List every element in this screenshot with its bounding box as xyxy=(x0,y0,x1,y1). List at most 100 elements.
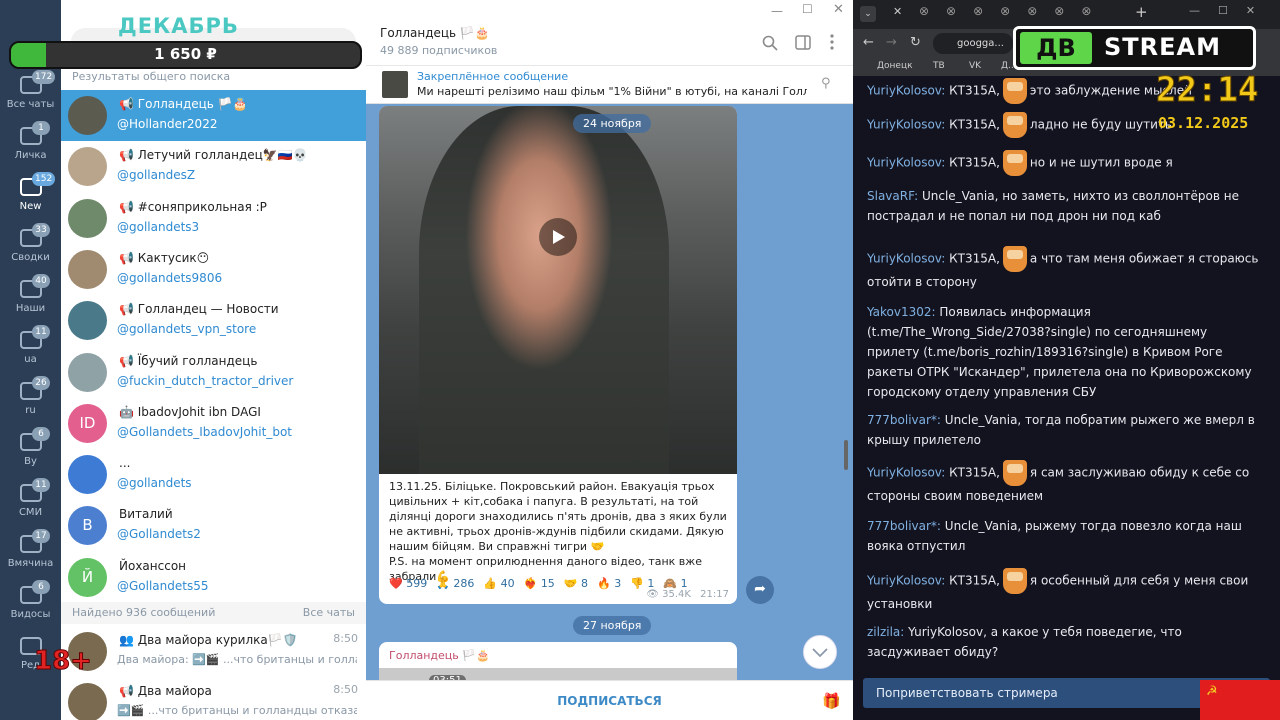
folder-8[interactable]: 11 СМИ xyxy=(0,478,61,528)
folder-9[interactable]: 17 Вмячина xyxy=(0,529,61,579)
avatar-letter: ID xyxy=(79,413,96,432)
browser-window-controls[interactable]: —☐✕ xyxy=(1189,4,1273,17)
reaction-count: 599 xyxy=(406,577,428,590)
folder-7[interactable]: 6 By xyxy=(0,427,61,477)
found-filter[interactable]: Все чаты xyxy=(303,602,355,624)
folder-label: By xyxy=(24,456,37,467)
chat-message: YuriyKolosov: КТ315А, но и не шутил вроде… xyxy=(867,150,1259,176)
result-snippet: ➡️🎬 ...что британцы и голландцы отказали… xyxy=(117,704,357,717)
chat-username[interactable]: 777bolivar*: xyxy=(867,413,941,427)
chat-username: @Gollandets2 xyxy=(117,527,201,542)
tab-icons[interactable]: ⊗⊗⊗⊗⊗⊗⊗ xyxy=(919,4,1108,18)
chat-name: Виталий xyxy=(119,507,173,522)
minimize-button[interactable]: — xyxy=(771,4,783,18)
bookmark-3[interactable]: VK xyxy=(969,61,981,71)
soviet-flag: ☭ xyxy=(1200,680,1280,720)
chat-row[interactable]: 📢 Голландець 🏳️🎂 @Hollander2022 xyxy=(61,90,366,141)
reaction-chip[interactable]: 🔥 3 xyxy=(597,577,621,590)
chat-username[interactable]: SlavaRF: xyxy=(867,189,918,203)
message-result-row[interactable]: 👥 Два майора курилка🏳️🛡️ 8:50 Два майора: … xyxy=(61,626,366,677)
reaction-chip[interactable]: 🙏 286 xyxy=(436,577,474,590)
pinned-message-bar[interactable]: Закреплённое сообщение Ми нарешті релізи… xyxy=(366,66,853,104)
forward-icon[interactable]: → xyxy=(886,35,897,50)
post-video[interactable] xyxy=(379,106,737,474)
chat-username[interactable]: zilzila: xyxy=(867,625,904,639)
folder-label: New xyxy=(19,201,42,212)
channel-view: Голландець 🏳️🎂 49 889 подписчиков — ☐ ✕ … xyxy=(366,0,853,720)
chat-username[interactable]: YuriyKolosov: xyxy=(867,84,945,98)
chat-row[interactable]: 📢 Летучий голландец🦅🇷🇺💀 @gollandesZ xyxy=(61,141,366,192)
chat-row[interactable]: ID 🤖 IbadovJohit ibn DAGI @Gollandets_Ibad… xyxy=(61,398,366,449)
address-bar[interactable]: googga... xyxy=(933,33,1013,54)
forward-button[interactable]: ➦ xyxy=(746,576,774,604)
chat-username[interactable]: YuriyKolosov: xyxy=(867,574,945,588)
folder-3[interactable]: 33 Сводки xyxy=(0,223,61,273)
result-time: 8:50 xyxy=(333,683,358,696)
reaction-chip[interactable]: 👍 40 xyxy=(483,577,514,590)
folder-10[interactable]: 6 Видосы xyxy=(0,580,61,630)
chat-row[interactable]: 📢 Голландец — Новости @gollandets_vpn_sto… xyxy=(61,295,366,346)
chat-username[interactable]: YuriyKolosov: xyxy=(867,118,945,132)
folder-label: Видосы xyxy=(10,609,51,620)
folder-2[interactable]: 152 New xyxy=(0,172,61,222)
message-result-row[interactable]: 📢 Два майора 8:50 ➡️🎬 ...что британцы и го… xyxy=(61,677,366,720)
sidebar-toggle-icon[interactable] xyxy=(795,35,811,50)
folder-label: ua xyxy=(24,354,37,365)
reload-icon[interactable]: ↻ xyxy=(910,35,921,50)
chat-username[interactable]: YuriyKolosov: xyxy=(867,156,945,170)
chat-username[interactable]: YuriyKolosov: xyxy=(867,466,945,480)
chat-name: 📢 Голландець 🏳️🎂 xyxy=(119,97,248,111)
avatar xyxy=(68,301,107,341)
avatar-letter: В xyxy=(82,516,93,535)
bookmark-1[interactable]: Донецк xyxy=(877,61,913,71)
reaction-count: 40 xyxy=(500,577,515,590)
folder-5[interactable]: 11 ua xyxy=(0,325,61,375)
avatar: В xyxy=(68,506,107,546)
chat-row[interactable]: ... @gollandets xyxy=(61,449,366,500)
folder-0[interactable]: 172 Все чаты xyxy=(0,70,61,120)
avatar xyxy=(68,198,107,238)
tab-menu-button[interactable]: ⌄ xyxy=(860,6,876,22)
chat-row[interactable]: 📢 Їбучий голландець @fuckin_dutch_tractor… xyxy=(61,347,366,398)
found-count: Найдено 936 сообщений xyxy=(72,606,216,619)
maximize-button[interactable]: ☐ xyxy=(802,2,813,16)
chat-message: SlavaRF: Uncle_Vania, но заметь, нихто и… xyxy=(867,186,1259,226)
reaction-chip[interactable]: ❤️ 599 xyxy=(389,577,427,590)
unread-badge: 6 xyxy=(32,580,50,594)
chat-username[interactable]: YuriyKolosov: xyxy=(867,252,945,266)
chat-row[interactable]: В Виталий @Gollandets2 xyxy=(61,500,366,551)
chat-row[interactable]: 📢 Кактусик😶 @gollandets9806 xyxy=(61,244,366,295)
more-menu-icon[interactable] xyxy=(829,34,835,50)
close-button[interactable]: ✕ xyxy=(833,2,844,17)
logo-text: STREAM xyxy=(1104,33,1221,61)
emote-face-icon xyxy=(1002,568,1027,594)
back-icon[interactable]: ← xyxy=(863,35,874,50)
folder-4[interactable]: 40 Наши xyxy=(0,274,61,324)
chat-scrollbar[interactable] xyxy=(844,440,848,470)
stream-logo: ДВ STREAM xyxy=(1013,26,1256,70)
subscribe-button[interactable]: ПОДПИСАТЬСЯ xyxy=(557,694,662,708)
chat-username[interactable]: Yakov1302: xyxy=(867,305,936,319)
reaction-count: 286 xyxy=(453,577,475,590)
chat-username: @Gollandets_IbadovJohit_bot xyxy=(117,424,292,439)
tab-close-icon[interactable]: ✕ xyxy=(893,5,902,18)
channel-post: 13.11.25. Біліцьке. Покровський район. Е… xyxy=(379,106,737,604)
reaction-emoji: 🔥 xyxy=(597,577,611,590)
reaction-chip[interactable]: ❤️‍🔥 15 xyxy=(524,577,555,590)
avatar xyxy=(68,455,107,495)
chat-username: @fuckin_dutch_tractor_driver xyxy=(117,373,294,388)
folder-6[interactable]: 26 ru xyxy=(0,376,61,426)
pin-list-icon[interactable]: ⚲ xyxy=(821,76,831,91)
chat-row[interactable]: Й Йоханссон @Gollandets55 xyxy=(61,552,366,603)
chat-username[interactable]: 777bolivar*: xyxy=(867,519,941,533)
search-icon[interactable] xyxy=(762,35,778,51)
gift-icon[interactable]: 🎁 xyxy=(822,681,841,720)
search-results-header: Результаты общего поиска xyxy=(72,70,231,83)
bookmark-2[interactable]: ТВ xyxy=(933,61,945,71)
new-tab-button[interactable]: + xyxy=(1135,3,1148,21)
folder-1[interactable]: 1 Личка xyxy=(0,121,61,171)
reaction-chip[interactable]: 🤝 8 xyxy=(564,577,588,590)
chat-row[interactable]: 📢 #соняприкольная :P @gollandets3 xyxy=(61,193,366,244)
chat-message: zilzila: YuriyKolosov, а какое у тебя по… xyxy=(867,622,1259,662)
channel-title[interactable]: Голландець 🏳️🎂 xyxy=(380,26,490,40)
